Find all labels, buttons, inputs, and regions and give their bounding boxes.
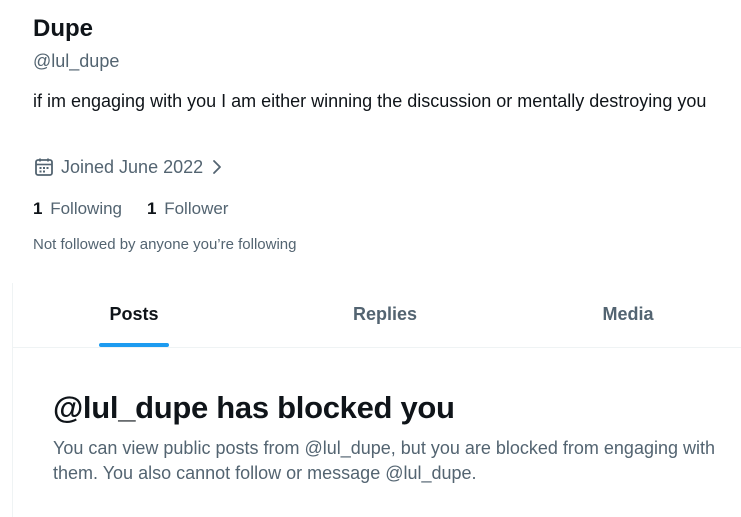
- blocked-body: You can view public posts from @lul_dupe…: [53, 438, 715, 483]
- tab-label: Media: [602, 303, 654, 324]
- followers-you-know-note: Not followed by anyone you’re following: [33, 236, 297, 253]
- follower-label: Follower: [164, 199, 229, 218]
- tab-replies[interactable]: Replies: [255, 283, 515, 347]
- tab-label: Posts: [109, 303, 159, 324]
- joined-date-button[interactable]: Joined June 2022: [33, 154, 225, 180]
- followers-link[interactable]: 1 Follower: [147, 198, 228, 220]
- profile-bio: if im engaging with you I am either winn…: [33, 91, 707, 111]
- profile-tabs: Posts Replies Media: [13, 283, 741, 348]
- tab-label: Replies: [352, 303, 418, 324]
- following-label: Following: [50, 199, 123, 218]
- tab-posts[interactable]: Posts: [13, 283, 255, 347]
- follower-count: 1: [147, 199, 157, 218]
- blocked-notice: @lul_dupe has blocked you You can view p…: [53, 388, 733, 486]
- following-count: 1: [33, 199, 43, 218]
- blocked-title: @lul_dupe has blocked you: [53, 390, 455, 425]
- profile-handle: @lul_dupe: [33, 51, 120, 71]
- chevron-right-icon: [209, 157, 225, 177]
- following-link[interactable]: 1 Following: [33, 198, 122, 220]
- follow-stats: 1 Following 1 Follower: [33, 198, 253, 220]
- joined-date-text: Joined June 2022: [61, 156, 204, 177]
- active-tab-indicator: [99, 343, 169, 347]
- tab-media[interactable]: Media: [515, 283, 741, 347]
- display-name: Dupe: [33, 15, 93, 42]
- calendar-icon: [33, 156, 55, 178]
